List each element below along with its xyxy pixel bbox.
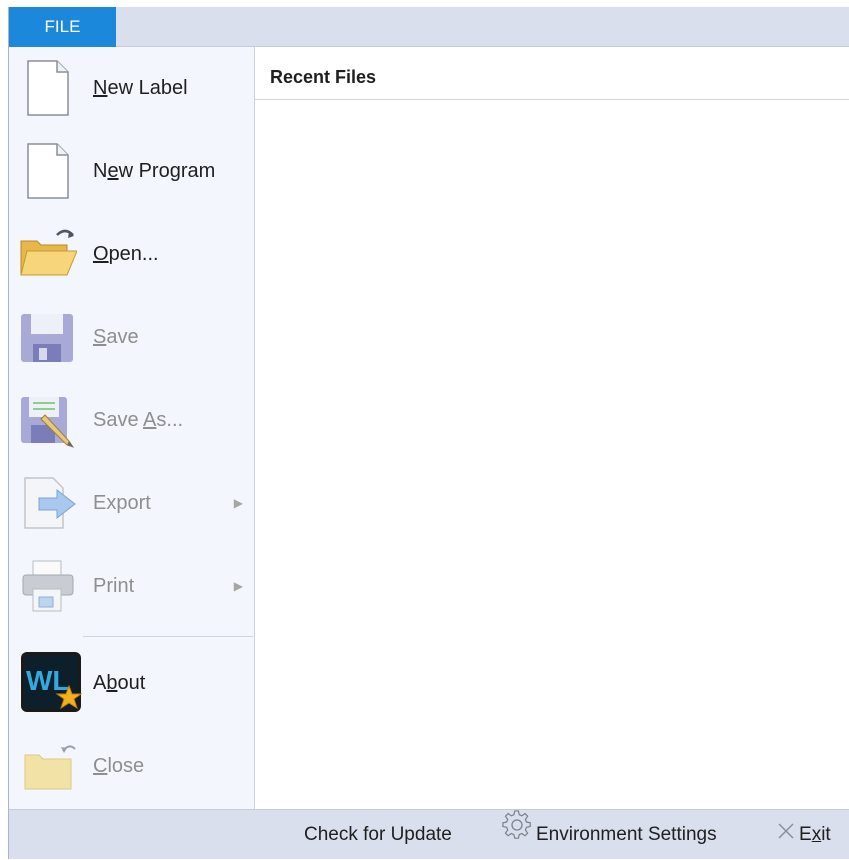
save-as-icon xyxy=(19,391,77,449)
menu-item-save[interactable]: Save xyxy=(9,296,255,378)
printer-icon xyxy=(19,557,77,615)
new-document-icon xyxy=(19,142,77,200)
exit-button[interactable]: Exit xyxy=(777,810,831,860)
open-folder-icon xyxy=(19,225,78,283)
menu-label: Print xyxy=(93,575,135,597)
menu-label: New Label xyxy=(93,77,188,99)
recent-files-title: Recent Files xyxy=(270,67,377,87)
menu-item-save-as[interactable]: Save As... xyxy=(9,379,255,461)
menu-item-new-program[interactable]: New Program xyxy=(9,130,255,212)
menu-item-close[interactable]: Close xyxy=(9,725,255,807)
menu-item-open[interactable]: Open... xyxy=(9,213,255,295)
menu-label: Export xyxy=(93,492,151,514)
file-backstage-window: FILE New Label New Program Open... Save … xyxy=(8,7,849,859)
close-icon xyxy=(777,810,795,860)
new-document-icon xyxy=(19,59,77,117)
menu-label: New Program xyxy=(93,160,216,182)
environment-settings-button[interactable]: Environment Settings xyxy=(502,810,717,860)
menu-item-print[interactable]: Print ▶ xyxy=(9,545,255,627)
submenu-arrow-icon: ▶ xyxy=(233,579,243,593)
recent-files-header: Recent Files xyxy=(255,47,849,100)
wl-star-logo-icon: WL xyxy=(21,652,83,712)
bottom-bar: Check for Update Environment Settings Ex… xyxy=(9,809,849,859)
menu-label: Close xyxy=(93,755,145,777)
menu-item-new-label[interactable]: New Label xyxy=(9,47,255,129)
menu-item-export[interactable]: Export ▶ xyxy=(9,462,255,544)
submenu-arrow-icon: ▶ xyxy=(233,496,243,510)
recent-files-panel: Recent Files xyxy=(255,47,849,809)
top-bar: FILE xyxy=(9,7,849,47)
environment-settings-label: Environment Settings xyxy=(536,824,717,846)
exit-label: Exit xyxy=(799,824,831,846)
close-folder-icon xyxy=(19,737,77,795)
menu-label: Save xyxy=(93,326,139,348)
export-icon xyxy=(19,474,77,532)
menu-label: Open... xyxy=(93,243,159,265)
menu-separator xyxy=(83,636,253,637)
menu-item-about[interactable]: WL About xyxy=(9,642,255,724)
menu-label: Save As... xyxy=(93,409,184,431)
file-tab[interactable]: FILE xyxy=(9,7,116,47)
check-for-update-button[interactable]: Check for Update xyxy=(304,810,452,860)
file-menu-panel: New Label New Program Open... Save Save … xyxy=(9,47,255,809)
gear-icon xyxy=(502,810,532,860)
floppy-disk-icon xyxy=(19,308,77,366)
svg-text:WL: WL xyxy=(26,665,70,696)
menu-label: About xyxy=(93,672,146,694)
